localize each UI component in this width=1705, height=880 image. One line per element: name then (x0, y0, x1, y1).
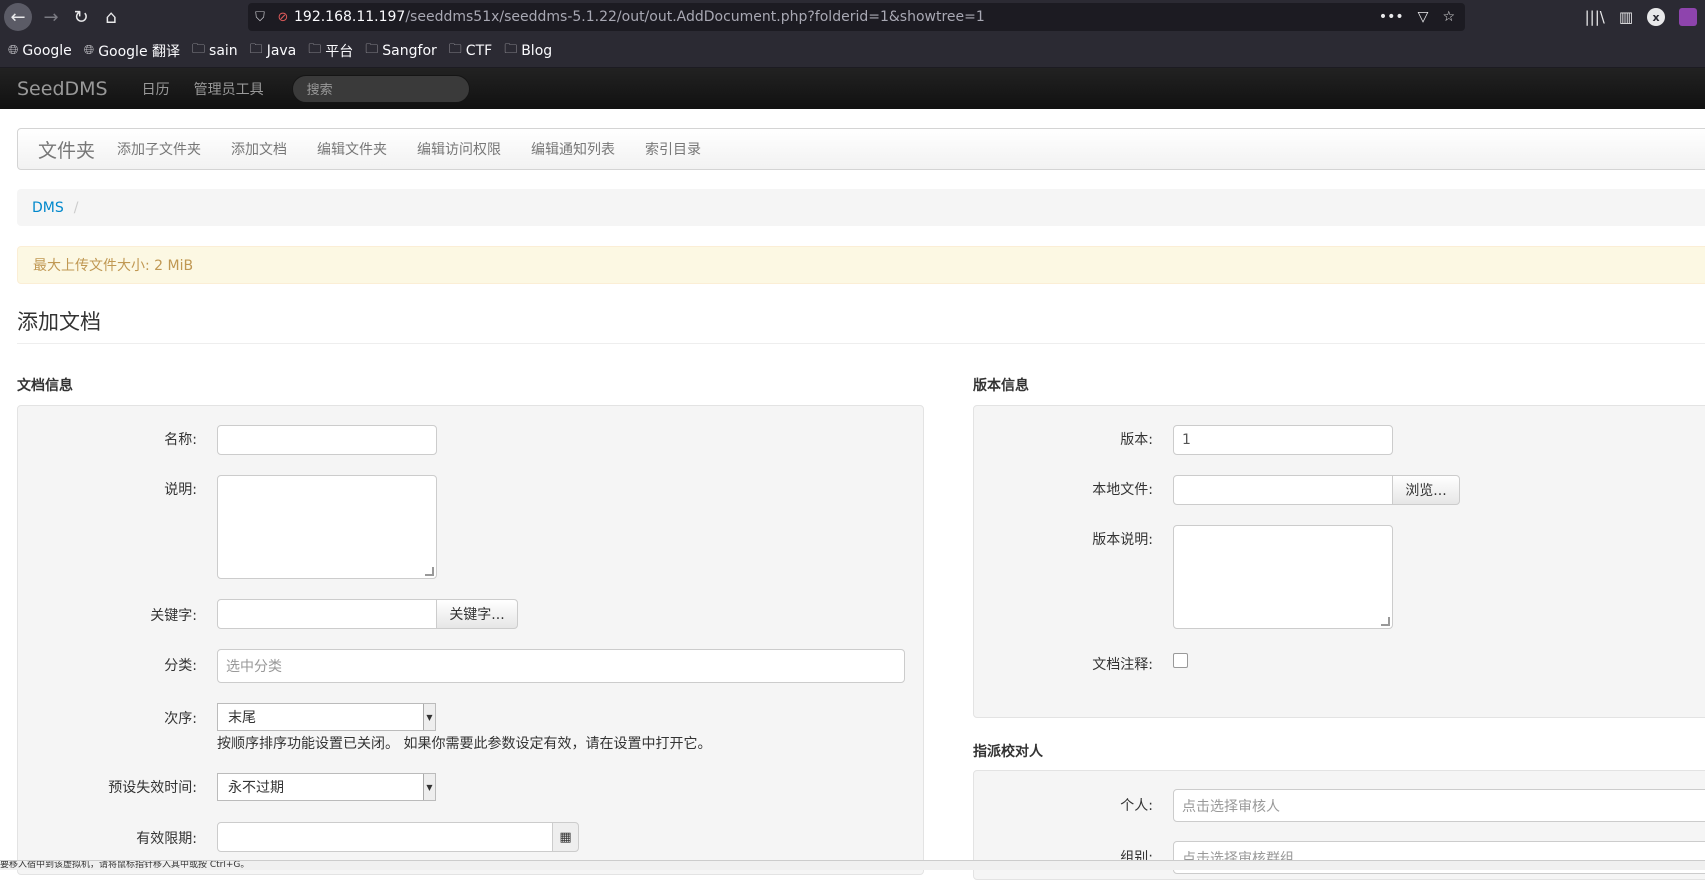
version-comment-label: 版本说明: (1092, 532, 1153, 548)
globe-icon: 🌐︎ (8, 43, 19, 58)
sequence-select[interactable]: 末尾 ▼ (217, 703, 436, 731)
browser-toolbar: ← → ↻ ⌂ ⛉ ⊘ 192.168.11.197/seeddms51x/se… (0, 0, 1705, 34)
index-folder-link[interactable]: 索引目录 (645, 139, 701, 159)
bookmark-java[interactable]: 🗀 Java (250, 40, 297, 62)
folder-title[interactable]: 文件夹 (38, 136, 95, 163)
doc-info-heading: 文档信息 (17, 378, 73, 394)
doc-note-checkbox[interactable] (1173, 653, 1188, 668)
bookmark-star-icon[interactable]: ☆ (1442, 9, 1455, 25)
nav-calendar[interactable]: 日历 (142, 79, 170, 99)
divider (17, 343, 1705, 344)
individual-reviewer-label: 个人: (1120, 798, 1153, 814)
folder-icon: 🗀 (249, 41, 263, 57)
page-title: 添加文档 (17, 310, 101, 334)
preset-expiry-select[interactable]: 永不过期 ▼ (217, 773, 436, 801)
keywords-label: 关键字: (150, 608, 197, 624)
reload-icon[interactable]: ↻ (66, 2, 96, 32)
brand-logo[interactable]: SeedDMS (17, 78, 108, 100)
folder-action-bar: 文件夹 添加子文件夹 添加文档 编辑文件夹 编辑访问权限 编辑通知列表 索引目录 (17, 128, 1705, 170)
folder-icon: 🗀 (365, 41, 379, 57)
bookmark-ctf[interactable]: 🗀 CTF (449, 40, 492, 62)
search-input[interactable]: 搜索 (291, 74, 470, 103)
sidebar-icon[interactable]: ▥ (1619, 8, 1633, 26)
bookmark-google-translate[interactable]: 🌐︎ Google 翻译 (84, 41, 180, 61)
preset-expiry-value: 永不过期 (228, 780, 284, 796)
forward-icon[interactable]: → (36, 2, 66, 32)
sequence-help: 按顺序排序功能设置已关闭。 如果你需要此参数设定有效，请在设置中打开它。 (217, 736, 712, 752)
chevron-down-icon: ▼ (423, 704, 435, 730)
bookmark-blog[interactable]: 🗀 Blog (504, 40, 552, 62)
page-actions-icon[interactable]: ••• (1379, 9, 1404, 25)
insecure-lock-icon[interactable]: ⊘ (272, 10, 294, 25)
version-input[interactable]: 1 (1173, 425, 1393, 455)
local-file-input[interactable] (1173, 475, 1393, 505)
sequence-value: 末尾 (228, 710, 256, 726)
category-label: 分类: (164, 658, 197, 674)
url-host: 192.168.11.197 (294, 9, 406, 25)
edit-access-link[interactable]: 编辑访问权限 (417, 139, 501, 159)
resize-handle-icon[interactable] (425, 567, 434, 576)
version-info-heading: 版本信息 (973, 378, 1029, 394)
version-comment-textarea[interactable] (1173, 525, 1393, 629)
resize-handle-icon[interactable] (1381, 617, 1390, 626)
comment-label: 说明: (164, 482, 197, 498)
category-select[interactable]: 选中分类 (217, 649, 905, 683)
sequence-label: 次序: (164, 711, 197, 727)
close-icon[interactable]: x (1647, 8, 1665, 26)
edit-folder-link[interactable]: 编辑文件夹 (317, 139, 387, 159)
preset-expiry-label: 预设失效时间: (108, 780, 197, 796)
address-bar[interactable]: ⛉ ⊘ 192.168.11.197/seeddms51x/seeddms-5.… (248, 3, 1465, 31)
breadcrumb-separator: / (73, 199, 79, 216)
local-file-label: 本地文件: (1092, 482, 1153, 498)
home-icon[interactable]: ⌂ (96, 2, 126, 32)
shield-icon[interactable]: ⛉ (248, 10, 272, 25)
folder-icon: 🗀 (308, 41, 322, 57)
name-input[interactable] (217, 425, 437, 455)
comment-textarea[interactable] (217, 475, 437, 579)
vm-status-bar: 要移入宿中到该虚拟机，请将鼠标指针移入其中或按 Ctrl+G。 (0, 860, 1705, 870)
bookmark-sain[interactable]: 🗀 sain (192, 40, 238, 62)
edit-notify-link[interactable]: 编辑通知列表 (531, 139, 615, 159)
back-icon[interactable]: ← (4, 3, 32, 31)
bookmark-sangfor[interactable]: 🗀 Sangfor (365, 40, 437, 62)
bookmarks-bar: 🌐︎ Google 🌐︎ Google 翻译 🗀 sain 🗀 Java 🗀 平台 🗀 Sa… (0, 34, 1705, 68)
upload-size-alert: 最大上传文件大小: 2 MiB (17, 246, 1705, 284)
keywords-input[interactable] (217, 599, 437, 629)
add-subfolder-link[interactable]: 添加子文件夹 (117, 139, 201, 159)
folder-icon: 🗀 (192, 41, 206, 57)
doc-info-panel (17, 405, 924, 875)
folder-icon: 🗀 (504, 41, 518, 57)
doc-note-label: 文档注释: (1092, 657, 1153, 673)
chevron-down-icon: ▼ (423, 774, 435, 800)
app-navbar: SeedDMS 日历 管理员工具 搜索 (0, 68, 1705, 109)
bookmark-platform[interactable]: 🗀 平台 (308, 40, 353, 62)
expires-date-input[interactable] (217, 822, 553, 852)
pocket-icon[interactable]: ▽ (1418, 9, 1429, 25)
url-path: /seeddms51x/seeddms-5.1.22/out/out.AddDo… (405, 9, 985, 25)
globe-icon: 🌐︎ (83, 43, 95, 58)
nav-admin-tools[interactable]: 管理员工具 (194, 79, 264, 99)
browse-button[interactable]: 浏览... (1392, 475, 1460, 505)
extension-icon[interactable] (1679, 8, 1697, 26)
library-icon[interactable]: |||\ (1585, 8, 1605, 26)
breadcrumb: DMS / (17, 189, 1705, 226)
version-label: 版本: (1120, 432, 1153, 448)
folder-icon: 🗀 (448, 41, 462, 57)
calendar-icon[interactable]: ▦ (552, 822, 579, 852)
keywords-button[interactable]: 关键字... (436, 599, 518, 629)
reviewers-heading: 指派校对人 (973, 744, 1043, 760)
individual-reviewer-select[interactable]: 点击选择审核人 (1173, 789, 1705, 822)
breadcrumb-dms[interactable]: DMS (32, 200, 64, 216)
bookmark-google[interactable]: 🌐︎ Google (8, 43, 72, 59)
add-document-link[interactable]: 添加文档 (231, 139, 287, 159)
expires-label: 有效限期: (136, 831, 197, 847)
name-label: 名称: (164, 432, 197, 448)
